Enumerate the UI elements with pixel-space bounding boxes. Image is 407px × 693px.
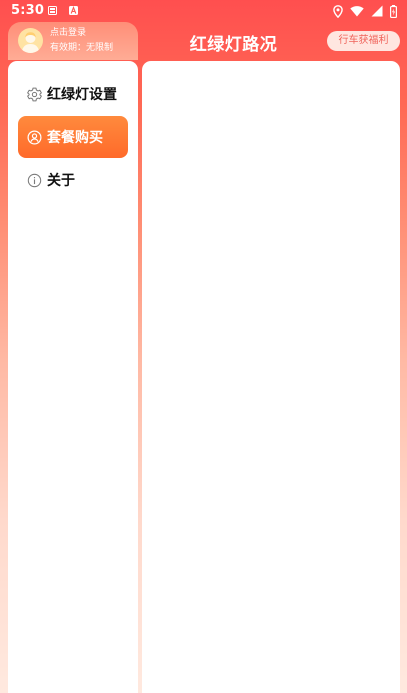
status-time: 5:30 bbox=[11, 3, 45, 18]
status-bar: 5:30 bbox=[0, 0, 407, 22]
app-screen: 5:30 点击登录 有效期：无限制 红绿灯路况 行车获福利 红绿灯设置 套餐购买… bbox=[0, 0, 407, 693]
sidebar-item-label: 关于 bbox=[47, 173, 75, 189]
cellular-signal-icon bbox=[371, 5, 383, 17]
sidebar-item-traffic-light-settings[interactable]: 红绿灯设置 bbox=[18, 73, 128, 115]
location-icon bbox=[333, 4, 343, 18]
login-prompt[interactable]: 点击登录 bbox=[50, 26, 113, 41]
user-login-card[interactable]: 点击登录 有效期：无限制 bbox=[8, 22, 138, 60]
sidebar-item-label: 套餐购买 bbox=[47, 130, 103, 146]
sidebar-item-package-purchase[interactable]: 套餐购买 bbox=[18, 116, 128, 158]
avatar bbox=[18, 28, 43, 53]
status-icons bbox=[333, 4, 397, 18]
main-content-panel bbox=[142, 61, 400, 693]
wifi-icon bbox=[350, 6, 364, 17]
battery-icon bbox=[390, 4, 397, 18]
gear-icon bbox=[27, 87, 42, 101]
notification-app-icon bbox=[48, 6, 57, 15]
validity-text: 有效期：无限制 bbox=[50, 43, 114, 53]
info-icon bbox=[27, 173, 42, 187]
sidebar-item-label: 红绿灯设置 bbox=[47, 87, 117, 103]
font-app-icon bbox=[69, 6, 78, 15]
sidebar: 红绿灯设置 套餐购买 关于 bbox=[8, 61, 138, 693]
reward-button[interactable]: 行车获福利 bbox=[327, 31, 400, 51]
user-avatar-icon bbox=[21, 32, 40, 53]
user-info: 点击登录 有效期：无限制 bbox=[50, 26, 113, 56]
user-circle-icon bbox=[27, 130, 42, 144]
sidebar-item-about[interactable]: 关于 bbox=[18, 159, 128, 201]
